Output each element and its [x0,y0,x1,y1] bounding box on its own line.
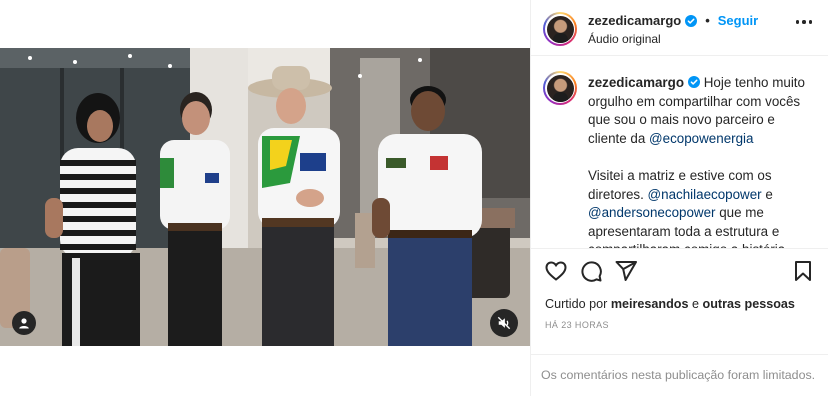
verified-badge-icon [688,76,701,88]
post-header: zezedicamargo • Seguir Áudio original [531,0,828,56]
user-tag-icon [19,318,29,329]
caption-username[interactable]: zezedicamargo [588,75,684,90]
header-user-row: zezedicamargo • Seguir [588,13,758,28]
mention-link-nachilaecopower[interactable]: @nachilaecopower [648,187,762,202]
post-timestamp[interactable]: HÁ 23 HORAS [545,320,609,330]
likes-middle: e [688,297,703,311]
action-bar [531,256,828,284]
more-options-icon[interactable] [795,20,812,24]
mention-link-andersonecopower[interactable]: @andersonecopower [588,205,716,220]
header-separator: • [705,13,710,28]
verified-badge-icon [685,14,698,27]
bookmark-icon[interactable] [791,259,815,283]
share-icon[interactable] [614,259,638,283]
user-tag-button[interactable] [12,311,36,335]
caption-area: zezedicamargo Hoje tenho muito orgulho e… [531,57,828,248]
liked-by-user-link[interactable]: meiresandos [611,297,689,311]
speaker-muted-icon [497,316,511,330]
liked-by-others-link[interactable]: outras pessoas [703,297,795,311]
comments-limited-notice: Os comentários nesta publicação foram li… [541,368,816,382]
header-avatar[interactable] [543,12,577,46]
comment-icon[interactable] [579,259,603,283]
mention-link-ecopowenergia[interactable]: @ecopowenergia [649,131,753,146]
actions-divider [531,248,828,249]
header-username[interactable]: zezedicamargo [588,13,681,28]
comments-divider [531,354,828,355]
media-panel [0,0,530,396]
follow-button[interactable]: Seguir [718,13,758,28]
caption-text: zezedicamargo Hoje tenho muito orgulho e… [588,74,814,248]
instagram-post-modal: zezedicamargo • Seguir Áudio original ze… [0,0,828,396]
mute-toggle-button[interactable] [490,309,518,337]
post-side-panel: zezedicamargo • Seguir Áudio original ze… [531,0,828,396]
likes-prefix: Curtido por [545,297,611,311]
caption-avatar[interactable] [543,71,577,105]
original-audio-link[interactable]: Áudio original [588,32,661,46]
likes-summary: Curtido por meiresandos e outras pessoas [545,297,795,311]
post-video[interactable] [0,48,530,346]
caption-body-3: e [761,186,773,202]
heart-icon[interactable] [544,259,568,283]
